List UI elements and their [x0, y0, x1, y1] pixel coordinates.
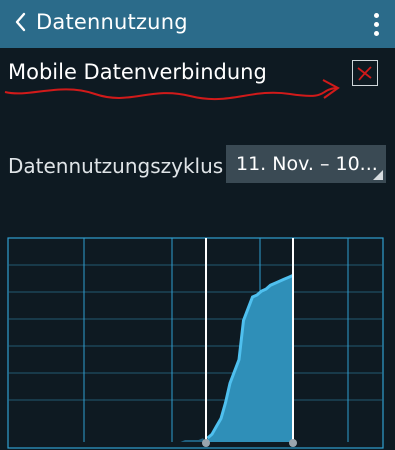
red-cross-mark-icon: [357, 66, 372, 81]
usage-area: [206, 275, 293, 442]
overflow-menu-button[interactable]: [367, 8, 385, 40]
cycle-value: 11. Nov. – 10...: [236, 153, 378, 175]
mobile-data-row[interactable]: Mobile Datenverbindung: [0, 54, 395, 102]
page-title: Datennutzung: [36, 10, 188, 34]
back-button[interactable]: [6, 8, 34, 40]
cycle-dropdown[interactable]: 11. Nov. – 10...: [226, 145, 386, 183]
cycle-label: Datennutzungszyklus: [8, 154, 224, 178]
mobile-data-checkbox[interactable]: [352, 60, 378, 86]
graph-border: [7, 237, 384, 449]
red-annotation-scribble: [4, 79, 340, 100]
usage-graph[interactable]: [0, 232, 395, 450]
cycle-start-handle[interactable]: [202, 439, 210, 447]
app-bar: Datennutzung: [0, 0, 395, 48]
overflow-menu-icon: [373, 12, 379, 18]
cycle-end-handle[interactable]: [289, 439, 297, 447]
chevron-left-icon: [13, 11, 27, 37]
usage-area-before-cycle: [140, 438, 206, 442]
dropdown-corner-icon: [373, 170, 383, 180]
overflow-menu-dot: [373, 30, 379, 36]
overflow-menu-dot: [373, 21, 379, 27]
